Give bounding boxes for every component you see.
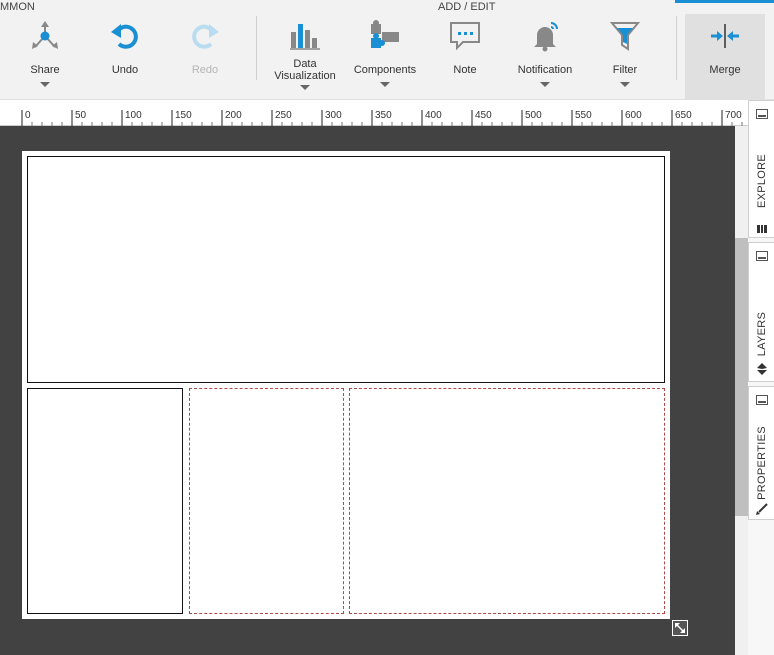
notification-button[interactable]: Notification bbox=[505, 16, 585, 96]
brush-icon bbox=[756, 503, 768, 515]
panel-toggle-icon[interactable] bbox=[756, 251, 768, 261]
toolbar-divider bbox=[676, 16, 677, 80]
note-button[interactable]: Note bbox=[425, 16, 505, 96]
panel-toggle-icon[interactable] bbox=[756, 395, 768, 405]
dashboard-panel-bottom-middle[interactable] bbox=[189, 388, 344, 614]
resize-handle[interactable] bbox=[672, 620, 688, 636]
share-button[interactable]: Share bbox=[5, 16, 85, 96]
ruler-tick-label: 500 bbox=[525, 110, 542, 121]
share-label: Share bbox=[30, 64, 60, 76]
horizontal-ruler: 0 50 100 150 200 250 300 350 400 450 500 550 600 650 7… bbox=[0, 100, 748, 126]
chevron-down-icon[interactable] bbox=[300, 85, 310, 90]
undo-button[interactable]: Undo bbox=[85, 16, 165, 96]
expand-icon bbox=[675, 623, 685, 633]
dashboard-panel-top[interactable] bbox=[27, 156, 665, 383]
data-visualization-label-line2: Visualization bbox=[274, 70, 336, 82]
tab-layers[interactable]: LAYERS bbox=[748, 242, 774, 382]
filter-icon bbox=[605, 16, 645, 56]
tab-properties-label-wrap: PROPERTIES bbox=[749, 423, 774, 503]
tab-layers-label: LAYERS bbox=[756, 311, 768, 357]
tab-properties-label: PROPERTIES bbox=[756, 426, 768, 500]
panel-toggle-icon[interactable] bbox=[756, 109, 768, 119]
merge-button[interactable]: Merge bbox=[685, 14, 765, 100]
share-icon bbox=[25, 16, 65, 56]
ruler-scale: 0 50 100 150 200 250 300 350 400 450 500 550 600 650 7… bbox=[21, 110, 743, 126]
bar-chart-icon bbox=[285, 16, 325, 56]
redo-icon bbox=[185, 16, 225, 56]
bell-icon bbox=[525, 16, 565, 56]
dashboard-panel-bottom-left[interactable] bbox=[27, 388, 183, 614]
tab-explore[interactable]: EXPLORE bbox=[748, 100, 774, 238]
tab-explore-label: EXPLORE bbox=[756, 153, 769, 209]
chevron-down-icon[interactable] bbox=[380, 82, 390, 87]
data-visualization-label-line1: Data bbox=[293, 58, 317, 70]
ruler-tick-label: 50 bbox=[75, 110, 87, 121]
group-label-add-edit: ADD / EDIT bbox=[438, 1, 496, 13]
redo-label: Redo bbox=[191, 64, 219, 76]
ruler-tick-label: 200 bbox=[225, 110, 242, 121]
ruler-tick-label: 100 bbox=[125, 110, 142, 121]
ruler-tick-label: 300 bbox=[325, 110, 342, 121]
ruler-tick-label: 350 bbox=[375, 110, 392, 121]
ruler-tick-label: 650 bbox=[675, 110, 692, 121]
side-panel-tabs: EXPLORE LAYERS PROPERTIES bbox=[748, 100, 774, 655]
tab-properties[interactable]: PROPERTIES bbox=[748, 386, 774, 520]
chevron-down-icon[interactable] bbox=[620, 82, 630, 87]
chevron-down-icon[interactable] bbox=[40, 82, 50, 87]
undo-label: Undo bbox=[111, 64, 139, 76]
toolbar-divider bbox=[256, 16, 257, 80]
ruler-tick-label: 600 bbox=[625, 110, 642, 121]
design-canvas[interactable] bbox=[0, 126, 735, 655]
ruler-tick-label: 550 bbox=[575, 110, 592, 121]
puzzle-icon bbox=[365, 16, 405, 56]
ruler-tick-label: 450 bbox=[475, 110, 492, 121]
ruler-tick-label: 150 bbox=[175, 110, 192, 121]
merge-label: Merge bbox=[709, 64, 741, 76]
components-button[interactable]: Components bbox=[345, 16, 425, 96]
filter-button[interactable]: Filter bbox=[585, 16, 665, 96]
layers-icon bbox=[757, 363, 767, 375]
accent-bar bbox=[675, 0, 774, 3]
dashboard-page[interactable] bbox=[22, 151, 670, 619]
ruler-tick-label: 400 bbox=[425, 110, 442, 121]
scrollbar-thumb[interactable] bbox=[735, 238, 748, 516]
ruler-tick-label: 250 bbox=[275, 110, 292, 121]
ruler-tick-label: 0 bbox=[25, 110, 31, 121]
merge-icon bbox=[705, 16, 745, 56]
data-visualization-label: Data Visualization bbox=[274, 58, 336, 82]
chevron-down-icon[interactable] bbox=[540, 82, 550, 87]
filter-label: Filter bbox=[612, 64, 638, 76]
note-icon bbox=[445, 16, 485, 56]
components-label: Components bbox=[353, 64, 417, 76]
dashboard-panel-bottom-right[interactable] bbox=[349, 388, 665, 614]
ribbon-toolbar: MMON ADD / EDIT Share Undo Redo Data Vis… bbox=[0, 0, 774, 100]
group-label-common: MMON bbox=[0, 1, 35, 13]
note-label: Note bbox=[453, 64, 477, 76]
tab-layers-label-wrap: LAYERS bbox=[749, 299, 774, 369]
database-icon bbox=[757, 225, 767, 233]
tab-explore-label-wrap: EXPLORE bbox=[749, 141, 774, 221]
data-visualization-button[interactable]: Data Visualization bbox=[265, 16, 345, 96]
redo-button[interactable]: Redo bbox=[165, 16, 245, 96]
ruler-tick-label: 700 bbox=[725, 110, 742, 121]
notification-label: Notification bbox=[517, 64, 573, 76]
undo-icon bbox=[105, 16, 145, 56]
vertical-scrollbar[interactable] bbox=[735, 126, 748, 655]
